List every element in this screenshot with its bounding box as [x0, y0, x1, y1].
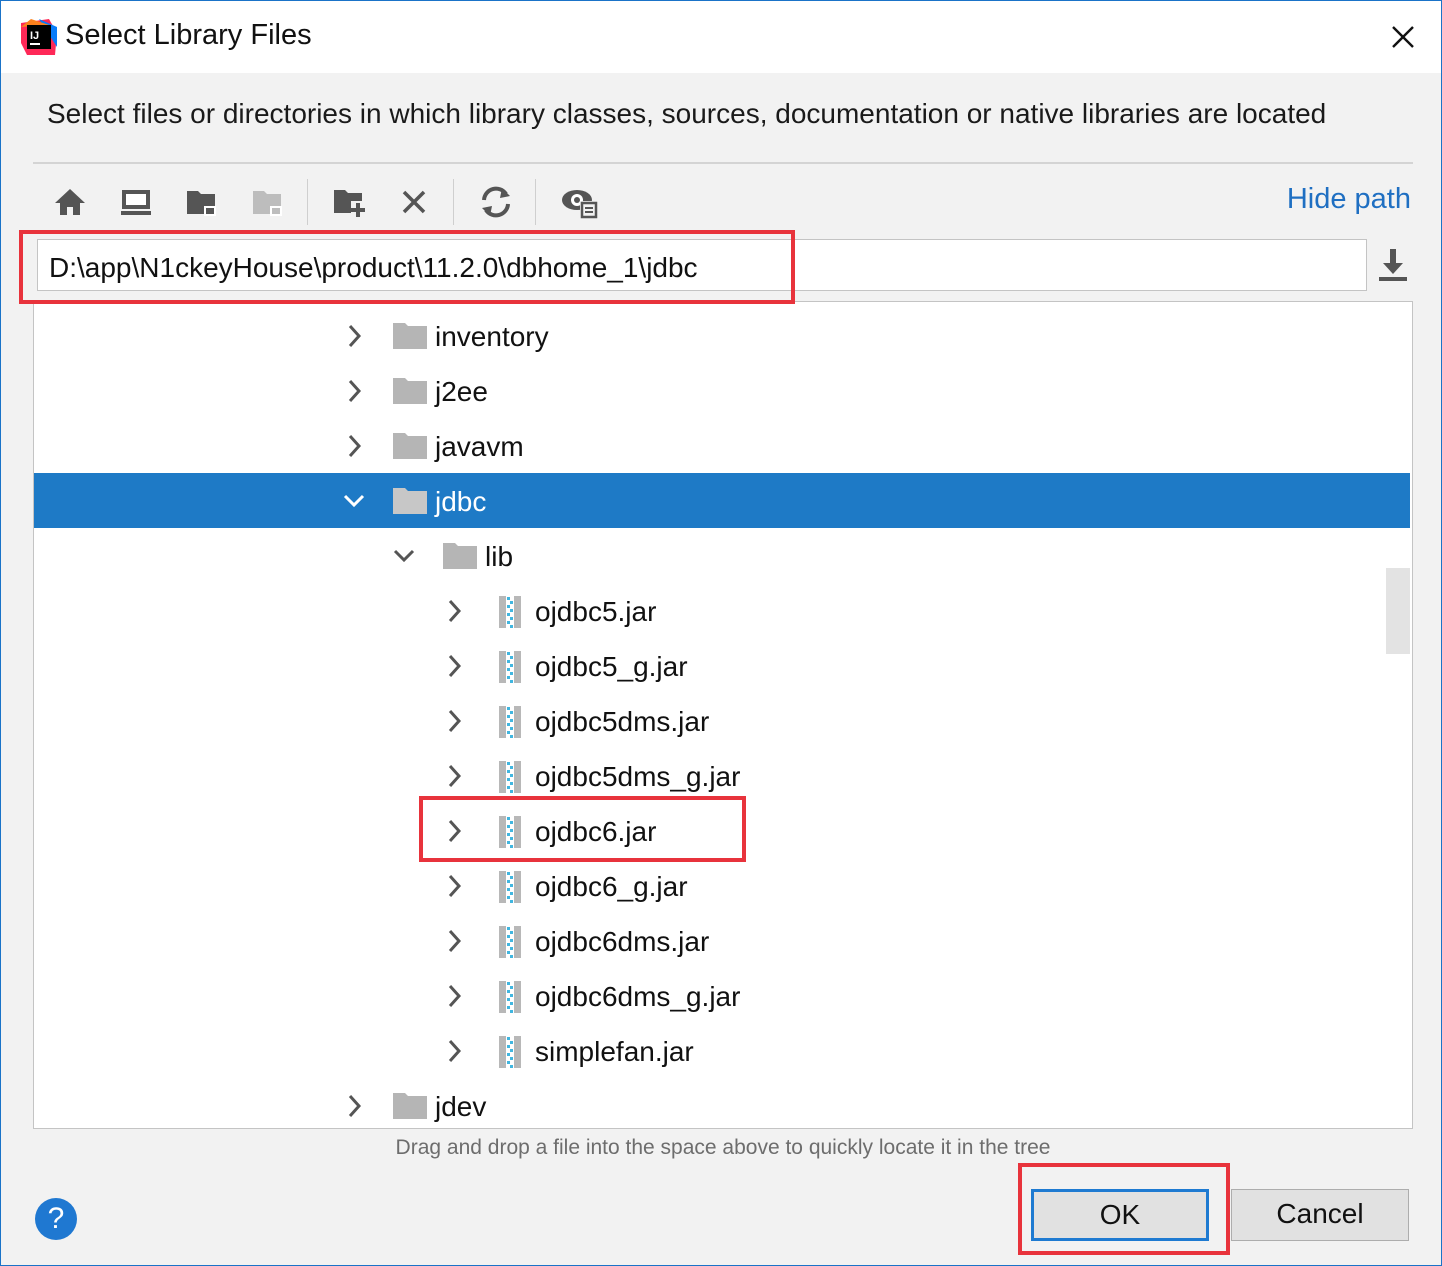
project-folder-icon[interactable]: [179, 179, 225, 225]
tree-item-label: ojdbc5_g.jar: [535, 651, 688, 682]
folder-icon: [393, 433, 427, 459]
close-icon[interactable]: [1385, 19, 1421, 55]
show-hidden-icon[interactable]: [557, 179, 603, 225]
dialog-description: Select files or directories in which lib…: [47, 98, 1327, 129]
new-folder-icon[interactable]: [327, 179, 373, 225]
tree-item-label: ojdbc6_g.jar: [535, 871, 688, 902]
folder-icon: [393, 488, 427, 514]
chevron-right-icon[interactable]: [442, 598, 466, 624]
intellij-app-icon: IJ: [21, 19, 57, 55]
chevron-right-icon[interactable]: [442, 873, 466, 899]
download-icon[interactable]: [1373, 245, 1413, 285]
tree-item-jar[interactable]: ojdbc5.jar: [34, 583, 1410, 638]
chevron-right-icon[interactable]: [442, 653, 466, 679]
dialog-title: Select Library Files: [65, 19, 312, 51]
drag-drop-hint: Drag and drop a file into the space abov…: [395, 1136, 1051, 1159]
jar-file-icon: [499, 596, 521, 628]
tree-item-label: inventory: [435, 321, 549, 352]
chevron-down-icon[interactable]: [342, 488, 366, 514]
tree-item-label: ojdbc6dms_g.jar: [535, 981, 741, 1012]
cancel-button[interactable]: Cancel: [1231, 1189, 1409, 1241]
module-folder-icon[interactable]: [245, 179, 291, 225]
tree-item-folder[interactable]: j2ee: [34, 363, 1410, 418]
tree-item-label: lib: [485, 541, 514, 572]
tree-item-label: simplefan.jar: [535, 1036, 694, 1067]
path-input[interactable]: D:\app\N1ckeyHouse\product\11.2.0\dbhome…: [37, 239, 1367, 291]
folder-icon: [393, 378, 427, 404]
tree-item-label: jdbc: [435, 486, 487, 517]
hide-path-link[interactable]: Hide path: [1287, 183, 1411, 216]
chevron-right-icon[interactable]: [442, 708, 466, 734]
delete-icon[interactable]: [391, 179, 437, 225]
help-icon[interactable]: ?: [35, 1198, 77, 1240]
jar-file-icon: [499, 926, 521, 958]
jar-file-icon: [499, 981, 521, 1013]
tree-item-label: jdev: [435, 1091, 487, 1122]
folder-icon: [393, 323, 427, 349]
chevron-right-icon[interactable]: [442, 928, 466, 954]
tree-item-folder[interactable]: javavm: [34, 418, 1410, 473]
ok-button[interactable]: OK: [1031, 1189, 1209, 1241]
svg-text:IJ: IJ: [30, 30, 39, 42]
tree-item-folder[interactable]: inventory: [34, 308, 1410, 363]
tree-item-label: ojdbc5.jar: [535, 596, 657, 627]
jar-file-icon: [499, 1036, 521, 1068]
tree-item-label: ojdbc6dms.jar: [535, 926, 710, 957]
jar-file-icon: [499, 816, 521, 848]
select-library-files-dialog: IJ Select Library Files Select files or …: [0, 0, 1442, 1266]
chevron-right-icon[interactable]: [342, 378, 366, 404]
tree-item-folder[interactable]: jdev: [34, 1078, 1410, 1128]
tree-item-folder[interactable]: jdbc: [34, 473, 1410, 528]
tree-item-label: javavm: [435, 431, 524, 462]
chevron-right-icon[interactable]: [442, 818, 466, 844]
toolbar-separator: [535, 179, 536, 225]
chevron-right-icon[interactable]: [342, 323, 366, 349]
chevron-right-icon[interactable]: [342, 433, 366, 459]
title-bar: IJ Select Library Files: [1, 1, 1441, 73]
chevron-right-icon[interactable]: [342, 1093, 366, 1119]
tree-item-jar[interactable]: ojdbc5dms_g.jar: [34, 748, 1410, 803]
divider: [33, 162, 1413, 164]
tree-item-label: ojdbc5dms_g.jar: [535, 761, 741, 792]
tree-item-folder[interactable]: lib: [34, 528, 1410, 583]
file-tree[interactable]: inventory j2ee javavm jdbc lib ojdbc5.jar ojdb…: [33, 301, 1413, 1129]
toolbar-separator: [453, 179, 454, 225]
tree-item-label: ojdbc5dms.jar: [535, 706, 710, 737]
jar-file-icon: [499, 871, 521, 903]
tree-item-label: j2ee: [435, 376, 488, 407]
tree-item-jar[interactable]: ojdbc5dms.jar: [34, 693, 1410, 748]
tree-item-jar[interactable]: ojdbc5_g.jar: [34, 638, 1410, 693]
chevron-right-icon[interactable]: [442, 763, 466, 789]
chevron-down-icon[interactable]: [392, 543, 416, 569]
desktop-icon[interactable]: [113, 179, 159, 225]
toolbar-separator: [307, 179, 308, 225]
home-icon[interactable]: [47, 179, 93, 225]
jar-file-icon: [499, 651, 521, 683]
jar-file-icon: [499, 706, 521, 738]
tree-item-jar[interactable]: simplefan.jar: [34, 1023, 1410, 1078]
chevron-right-icon[interactable]: [442, 983, 466, 1009]
jar-file-icon: [499, 761, 521, 793]
tree-item-jar[interactable]: ojdbc6dms.jar: [34, 913, 1410, 968]
tree-item-jar[interactable]: ojdbc6.jar: [34, 803, 1410, 858]
tree-item-jar[interactable]: ojdbc6dms_g.jar: [34, 968, 1410, 1023]
tree-item-jar[interactable]: ojdbc6_g.jar: [34, 858, 1410, 913]
chevron-right-icon[interactable]: [442, 1038, 466, 1064]
folder-icon: [443, 543, 477, 569]
tree-item-label: ojdbc6.jar: [535, 816, 657, 847]
folder-icon: [393, 1093, 427, 1119]
refresh-icon[interactable]: [473, 179, 519, 225]
